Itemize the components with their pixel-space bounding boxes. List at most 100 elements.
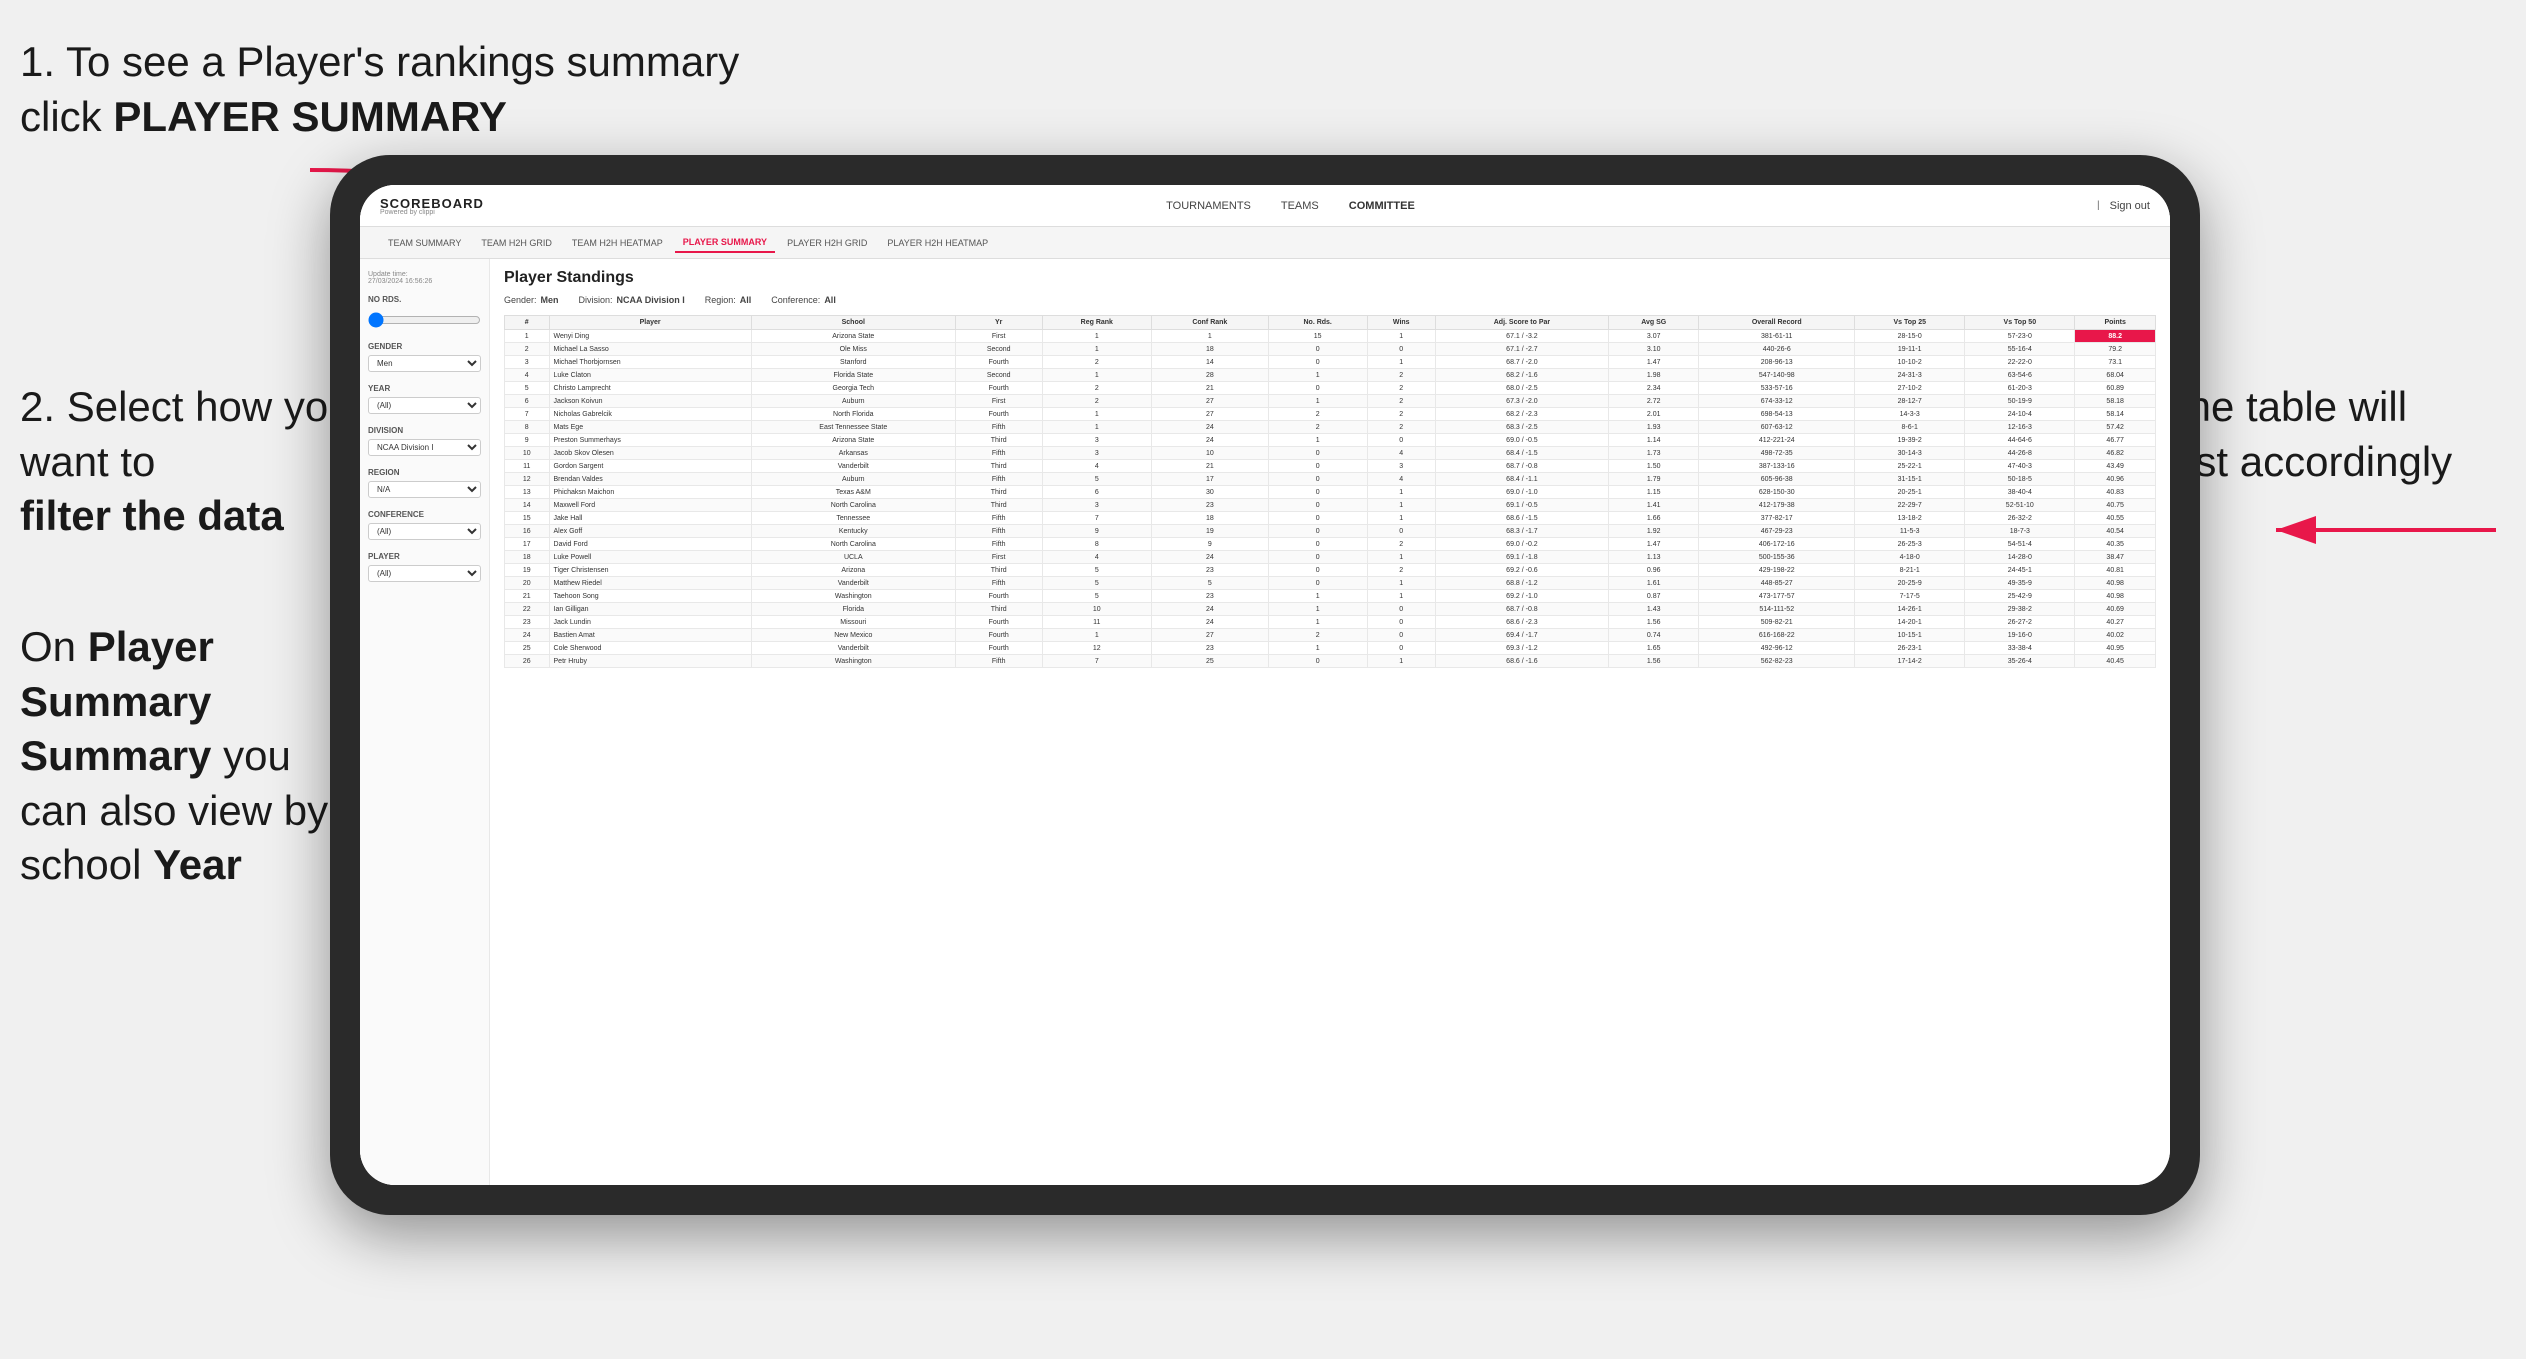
cell-vt50: 25-42-9 [1965,590,2075,603]
sub-nav-team-summary[interactable]: TEAM SUMMARY [380,234,469,252]
cell-num: 16 [505,525,550,538]
nav-committee[interactable]: COMMITTEE [1349,200,1415,212]
cell-num: 4 [505,369,550,382]
division-select[interactable]: NCAA Division I [368,439,481,456]
cell-player: Luke Claton [549,369,751,382]
cell-player: Mats Ege [549,421,751,434]
cell-vt50: 44-64-6 [1965,434,2075,447]
cell-no-rds: 0 [1268,499,1367,512]
cell-vt50: 18-7-3 [1965,525,2075,538]
cell-school: Vanderbilt [751,577,955,590]
conference-select[interactable]: (All) [368,523,481,540]
table-row: 22 Ian Gilligan Florida Third 10 24 1 0 … [505,603,2156,616]
sub-nav-player-h2h-heatmap[interactable]: PLAYER H2H HEATMAP [879,234,996,252]
cell-sg: 1.41 [1609,499,1699,512]
col-conf-rank: Conf Rank [1152,316,1269,330]
cell-yr: First [955,330,1042,343]
cell-school: Texas A&M [751,486,955,499]
cell-school: Georgia Tech [751,382,955,395]
cell-record: 406-172-16 [1699,538,1855,551]
cell-vt50: 49-35-9 [1965,577,2075,590]
cell-record: 509-82-21 [1699,616,1855,629]
table-row: 21 Taehoon Song Washington Fourth 5 23 1… [505,590,2156,603]
cell-conf-rank: 23 [1152,499,1269,512]
cell-sg: 1.79 [1609,473,1699,486]
cell-wins: 2 [1367,408,1435,421]
cell-reg-rank: 5 [1042,473,1151,486]
year-select[interactable]: (All) [368,397,481,414]
cell-sg: 1.47 [1609,356,1699,369]
cell-yr: Fourth [955,590,1042,603]
cell-player: Jack Lundin [549,616,751,629]
cell-reg-rank: 3 [1042,434,1151,447]
cell-adj: 68.2 / -2.3 [1435,408,1608,421]
cell-adj: 69.1 / -1.8 [1435,551,1608,564]
cell-conf-rank: 18 [1152,343,1269,356]
tablet-screen: SCOREBOARD Powered by clippi TOURNAMENTS… [360,185,2170,1185]
cell-pts: 40.81 [2075,564,2156,577]
cell-pts: 40.75 [2075,499,2156,512]
sign-out-button[interactable]: Sign out [2110,200,2150,212]
cell-school: East Tennessee State [751,421,955,434]
cell-conf-rank: 19 [1152,525,1269,538]
col-wins: Wins [1367,316,1435,330]
cell-pts: 40.45 [2075,655,2156,668]
sidebar-conference: Conference (All) [368,510,481,540]
cell-pts: 40.55 [2075,512,2156,525]
cell-yr: Third [955,434,1042,447]
cell-yr: Fifth [955,447,1042,460]
app-content: SCOREBOARD Powered by clippi TOURNAMENTS… [360,185,2170,1185]
cell-school: Vanderbilt [751,460,955,473]
cell-adj: 67.1 / -3.2 [1435,330,1608,343]
sub-nav: TEAM SUMMARY TEAM H2H GRID TEAM H2H HEAT… [360,227,2170,259]
cell-school: Stanford [751,356,955,369]
cell-adj: 68.7 / -2.0 [1435,356,1608,369]
cell-vt50: 29-38-2 [1965,603,2075,616]
cell-school: Florida State [751,369,955,382]
cell-sg: 1.56 [1609,655,1699,668]
cell-record: 562-82-23 [1699,655,1855,668]
cell-wins: 2 [1367,538,1435,551]
cell-sg: 1.50 [1609,460,1699,473]
player-select[interactable]: (All) [368,565,481,582]
cell-num: 13 [505,486,550,499]
cell-conf-rank: 23 [1152,642,1269,655]
region-select[interactable]: N/A [368,481,481,498]
nav-tournaments[interactable]: TOURNAMENTS [1166,200,1251,212]
cell-vt25: 17-14-2 [1855,655,1965,668]
no-rds-slider[interactable] [368,312,481,328]
cell-wins: 0 [1367,434,1435,447]
cell-vt25: 19-39-2 [1855,434,1965,447]
sub-nav-team-h2h-grid[interactable]: TEAM H2H GRID [473,234,560,252]
sub-nav-player-h2h-grid[interactable]: PLAYER H2H GRID [779,234,875,252]
sub-nav-player-summary[interactable]: PLAYER SUMMARY [675,233,775,253]
cell-wins: 0 [1367,343,1435,356]
cell-adj: 68.2 / -1.6 [1435,369,1608,382]
cell-record: 467-29-23 [1699,525,1855,538]
cell-no-rds: 0 [1268,551,1367,564]
sidebar-year: Year (All) [368,384,481,414]
sub-nav-team-h2h-heatmap[interactable]: TEAM H2H HEATMAP [564,234,671,252]
cell-record: 448-85-27 [1699,577,1855,590]
cell-sg: 1.14 [1609,434,1699,447]
cell-sg: 0.96 [1609,564,1699,577]
cell-player: Gordon Sargent [549,460,751,473]
cell-vt25: 20-25-9 [1855,577,1965,590]
table-row: 20 Matthew Riedel Vanderbilt Fifth 5 5 0… [505,577,2156,590]
cell-yr: Fifth [955,577,1042,590]
cell-vt25: 14-26-1 [1855,603,1965,616]
gender-select[interactable]: Men [368,355,481,372]
cell-record: 208-96-13 [1699,356,1855,369]
cell-num: 3 [505,356,550,369]
cell-yr: Third [955,564,1042,577]
cell-wins: 0 [1367,525,1435,538]
cell-num: 8 [505,421,550,434]
cell-player: Wenyi Ding [549,330,751,343]
cell-yr: Fourth [955,408,1042,421]
sidebar-gender-label: Gender [368,342,481,351]
sidebar-gender: Gender Men [368,342,481,372]
nav-pipe: | [2097,200,2100,211]
cell-num: 5 [505,382,550,395]
nav-teams[interactable]: TEAMS [1281,200,1319,212]
cell-no-rds: 2 [1268,408,1367,421]
